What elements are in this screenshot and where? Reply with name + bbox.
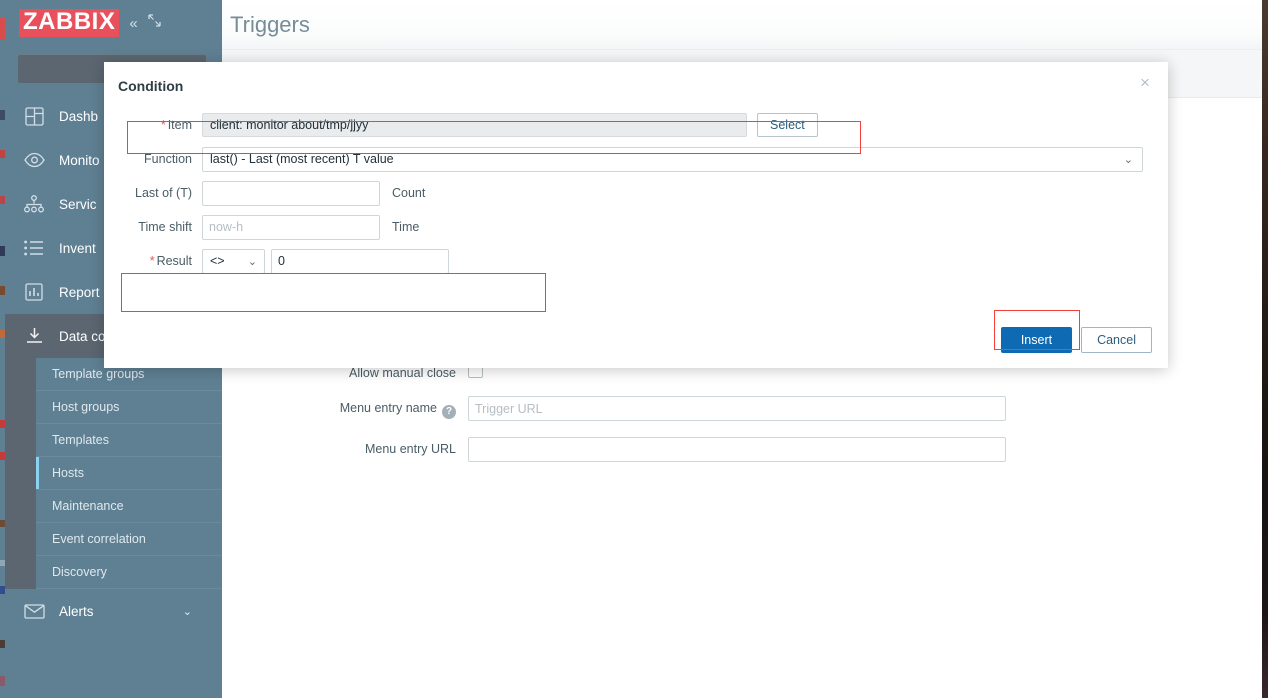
close-icon[interactable]: × [1136,74,1154,92]
page-header: Triggers [222,0,1262,50]
time-shift-unit: Time [392,220,420,234]
right-edge-strip [1262,0,1268,698]
last-of-t-unit: Count [392,186,426,200]
time-shift-label: Time shift [138,220,192,234]
result-label: * Result [120,254,202,268]
sidebar-subitem-hosts[interactable]: Hosts [36,457,222,490]
sidebar-subitem-maintenance[interactable]: Maintenance [36,490,222,523]
item-select-button[interactable]: Select [757,113,818,137]
time-shift-input[interactable] [202,214,380,240]
sidebar-subitem-label: Host groups [52,400,120,414]
result-operator-value: <> [210,254,225,268]
modal-title: Condition [118,78,184,94]
function-selected-value: last() - Last (most recent) T value [210,152,394,166]
help-icon[interactable]: ? [442,404,456,419]
sidebar-item-label: Report [59,284,100,300]
function-label: Function [144,152,192,166]
sidebar-subitem-event-correlation[interactable]: Event correlation [36,523,222,556]
chevron-down-icon: ⌄ [247,255,257,268]
modal-footer: Insert Cancel [104,312,1168,368]
zabbix-logo[interactable]: ZABBIX [19,9,120,37]
sidebar-subitem-host-groups[interactable]: Host groups [36,391,222,424]
modal-item-row: * Item client: monitor about/tmp/jjyy Sel… [120,108,1152,142]
cancel-button[interactable]: Cancel [1081,327,1152,353]
chevron-down-icon: ⌄ [1123,153,1133,166]
item-value-readonly: client: monitor about/tmp/jjyy [202,113,747,137]
modal-time-shift-row: Time shift Time [120,210,1152,244]
left-edge-strip [0,0,5,698]
eye-icon [23,149,45,171]
result-operator-select[interactable]: <> ⌄ [202,248,265,274]
insert-button[interactable]: Insert [1000,327,1073,353]
services-tree-icon [23,193,45,215]
chart-bars-icon [23,281,45,303]
item-label-text: Item [167,118,192,132]
item-label: * Item [120,118,202,132]
list-icon [23,237,45,259]
menu-entry-url-input[interactable] [468,437,1006,462]
modal-header: Condition × [104,62,1168,108]
result-value-input[interactable] [271,248,449,274]
download-icon [23,325,45,347]
sidebar-subitem-templates[interactable]: Templates [36,424,222,457]
sidebar-subitem-label: Templates [52,433,109,447]
condition-modal: Condition × * Item client: monitor about/… [104,62,1168,368]
sidebar-submenu: Template groups Host groups Templates Ho… [5,358,222,589]
last-of-t-input[interactable] [202,180,380,206]
collapse-sidebar-icon[interactable]: « [129,16,137,31]
sidebar-item-label: Invent [59,240,96,256]
last-of-t-label: Last of (T) [135,186,192,200]
compact-view-icon[interactable] [148,14,161,30]
result-label-text: Result [156,254,192,268]
menu-entry-url-control [468,437,1262,462]
sidebar-subitem-label: Maintenance [52,499,124,513]
menu-entry-name-control [468,396,1262,421]
sidebar-header: ZABBIX « [5,0,222,46]
sidebar-subitem-label: Template groups [52,367,145,381]
menu-entry-name-text: Menu entry name [339,401,437,415]
sidebar-item-label: Dashb [59,108,99,124]
menu-entry-url-row: Menu entry URL [222,437,1262,462]
envelope-icon [23,600,45,622]
menu-entry-name-row: Menu entry name? [222,396,1262,421]
menu-entry-url-label: Menu entry URL [364,442,456,456]
modal-last-of-t-row: Last of (T) Count [120,176,1152,210]
sidebar-subitem-discovery[interactable]: Discovery [36,556,222,589]
modal-result-row: * Result <> ⌄ [120,244,1152,278]
required-asterisk: * [149,254,155,268]
modal-function-row: Function last() - Last (most recent) T v… [120,142,1152,176]
sidebar-subitem-label: Discovery [52,565,107,579]
page-title: Triggers [230,11,310,37]
sidebar-item-alerts[interactable]: Alerts ⌄ [5,589,222,633]
sidebar-item-label: Monito [59,152,100,168]
dashboard-icon [23,105,45,127]
sidebar-item-label: Alerts [59,603,94,619]
sidebar-subitem-label: Hosts [52,466,84,480]
sidebar-subitem-label: Event correlation [52,532,146,546]
modal-body: * Item client: monitor about/tmp/jjyy Sel… [104,108,1168,278]
menu-entry-name-label: Menu entry name? [222,396,468,419]
sidebar-item-label: Servic [59,196,97,212]
menu-entry-name-input[interactable] [468,396,1006,421]
app-root: Triggers Expression constructor OK event… [0,0,1278,698]
function-select[interactable]: last() - Last (most recent) T value ⌄ [202,146,1143,172]
chevron-down-icon: ⌄ [182,605,192,618]
required-asterisk: * [160,118,166,132]
